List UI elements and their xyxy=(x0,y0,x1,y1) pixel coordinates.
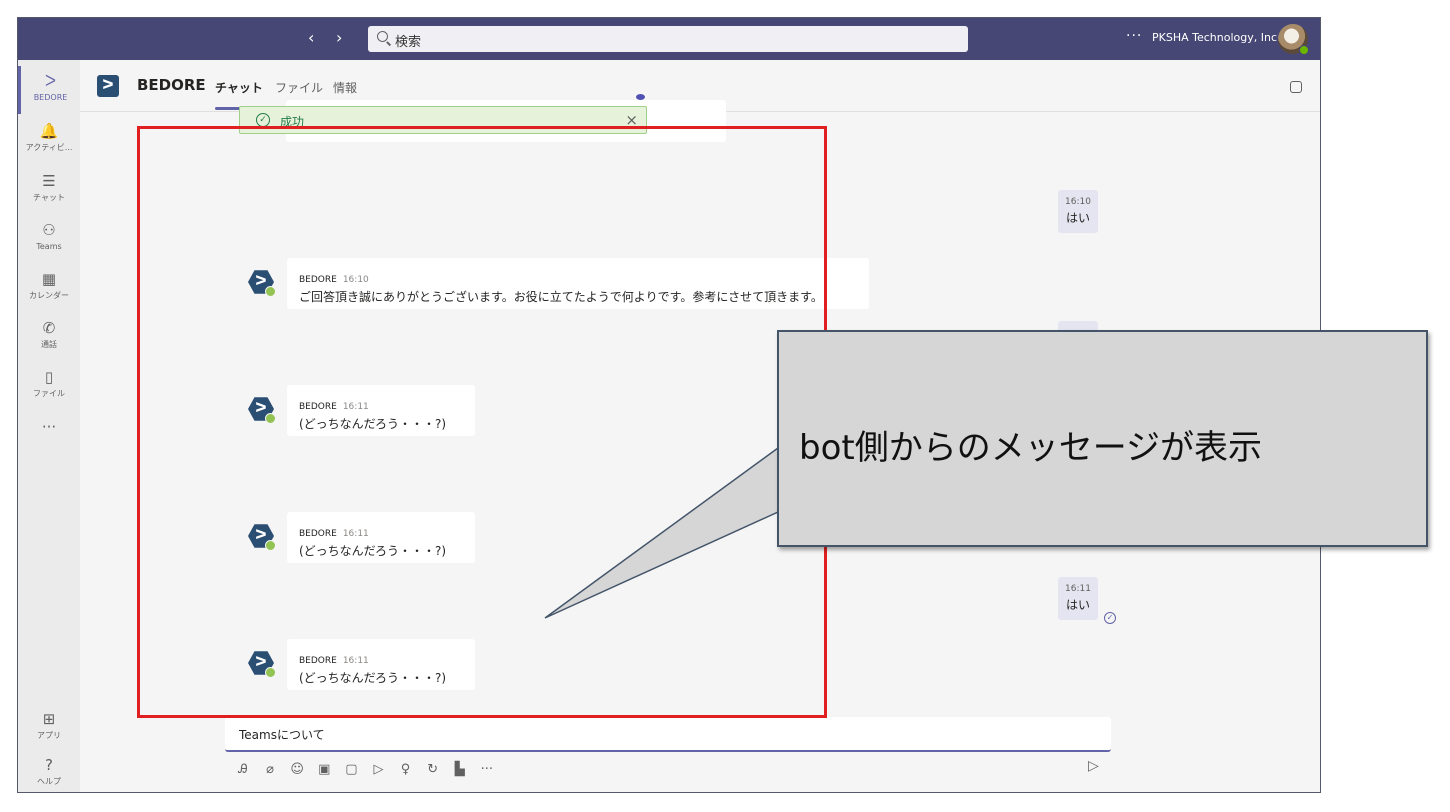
callout-text: bot側からのメッセージが表示 xyxy=(799,428,1263,468)
callout-tail xyxy=(544,446,779,619)
callout-box: bot側からのメッセージが表示 xyxy=(777,330,1428,547)
